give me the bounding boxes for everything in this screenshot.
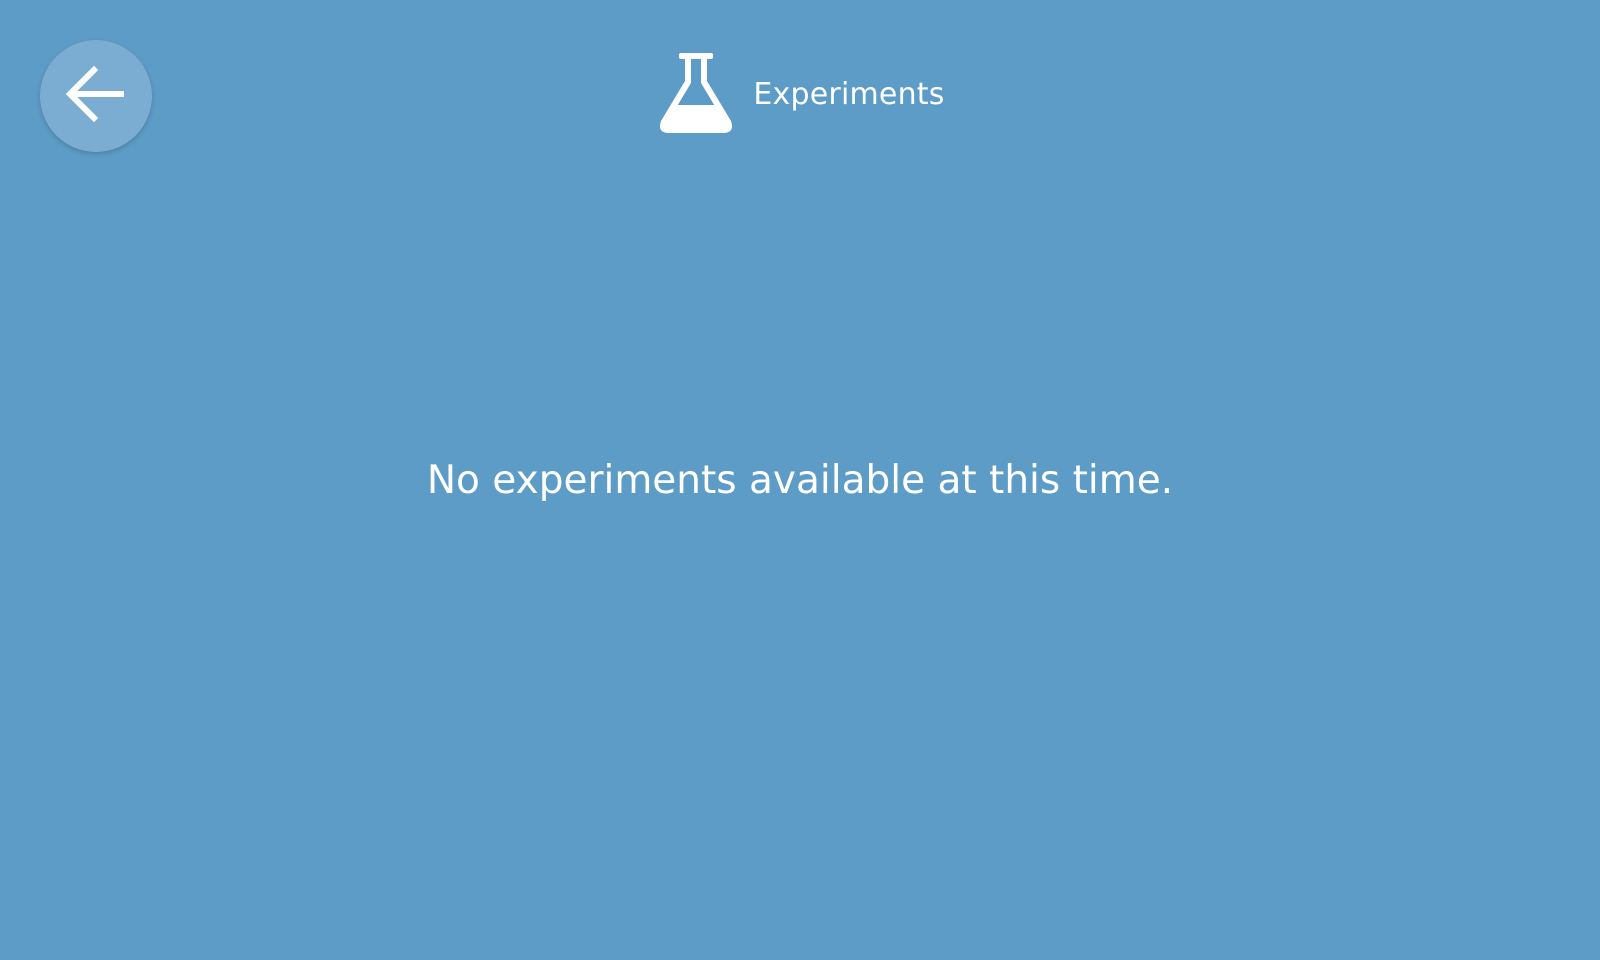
page-header: Experiments: [0, 52, 1600, 136]
header-title-group: Experiments: [655, 53, 944, 135]
empty-state-message: No experiments available at this time.: [426, 458, 1174, 503]
page-title: Experiments: [753, 76, 945, 112]
flask-icon: [660, 53, 733, 133]
